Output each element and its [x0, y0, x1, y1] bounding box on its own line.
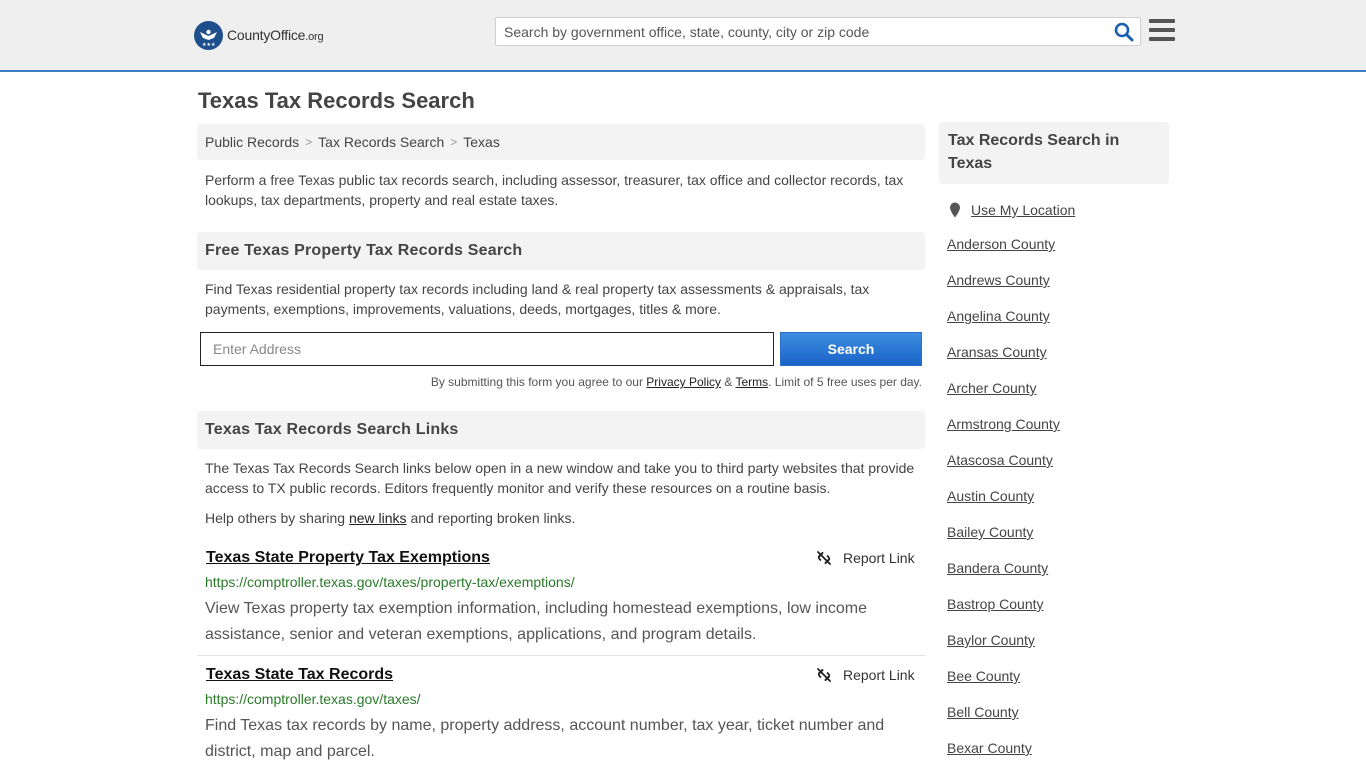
county-link[interactable]: Anderson County — [947, 236, 1055, 252]
form-disclaimer: By submitting this form you agree to our… — [430, 375, 922, 389]
address-input[interactable] — [200, 332, 774, 366]
sidebar-item: Bailey County — [947, 524, 1167, 544]
county-link[interactable]: Bee County — [947, 668, 1020, 684]
county-link[interactable]: Baylor County — [947, 632, 1035, 648]
link-url: https://comptroller.texas.gov/taxes/prop… — [205, 574, 575, 590]
site-search — [495, 17, 1141, 46]
report-link-button[interactable]: Report Link — [816, 667, 915, 683]
logo-tld: .org — [305, 31, 324, 43]
logo-name: CountyOffice — [227, 27, 306, 43]
sidebar-item: Atascosa County — [947, 452, 1167, 472]
privacy-policy-link[interactable]: Privacy Policy — [646, 375, 721, 389]
sidebar-item: Aransas County — [947, 344, 1167, 364]
sidebar-heading: Tax Records Search in Texas — [939, 122, 1169, 184]
county-link[interactable]: Bell County — [947, 704, 1019, 720]
sidebar-item: Andrews County — [947, 272, 1167, 292]
sidebar-item: Bee County — [947, 668, 1167, 688]
county-link[interactable]: Andrews County — [947, 272, 1050, 288]
address-search-button[interactable]: Search — [780, 332, 922, 366]
site-logo[interactable]: ★★★ CountyOffice.org — [194, 20, 324, 50]
sidebar-item: Angelina County — [947, 308, 1167, 328]
link-description: View Texas property tax exemption inform… — [205, 600, 867, 643]
hamburger-menu-icon[interactable] — [1149, 19, 1175, 43]
sidebar-county-list: Use My Location Anderson County Andrews … — [947, 200, 1167, 776]
intro-text: Perform a free Texas public tax records … — [205, 172, 904, 208]
county-link[interactable]: Atascosa County — [947, 452, 1053, 468]
county-link[interactable]: Archer County — [947, 380, 1036, 396]
broken-link-icon — [817, 668, 831, 682]
county-link[interactable]: Bexar County — [947, 740, 1032, 756]
county-link[interactable]: Aransas County — [947, 344, 1047, 360]
county-link[interactable]: Armstrong County — [947, 416, 1060, 432]
link-description: Find Texas tax records by name, property… — [205, 717, 885, 760]
help-text: Help others by sharing new links and rep… — [205, 510, 576, 526]
link-title[interactable]: Texas State Tax Records — [206, 666, 393, 684]
report-link-button[interactable]: Report Link — [816, 550, 915, 566]
terms-link[interactable]: Terms — [735, 375, 768, 389]
property-search-heading: Free Texas Property Tax Records Search — [197, 232, 925, 270]
link-title[interactable]: Texas State Property Tax Exemptions — [206, 549, 490, 567]
use-my-location-item: Use My Location — [947, 200, 1167, 220]
county-link[interactable]: Angelina County — [947, 308, 1050, 324]
site-search-input[interactable] — [496, 18, 1096, 45]
breadcrumb-texas[interactable]: Texas — [463, 134, 500, 150]
breadcrumb: Public Records > Tax Records Search > Te… — [197, 124, 925, 160]
links-section-heading: Texas Tax Records Search Links — [197, 411, 925, 449]
breadcrumb-separator-icon: > — [450, 135, 458, 149]
link-url: https://comptroller.texas.gov/taxes/ — [205, 691, 421, 707]
new-links-link[interactable]: new links — [349, 510, 407, 526]
links-section-text: The Texas Tax Records Search links below… — [205, 460, 915, 496]
county-link[interactable]: Bandera County — [947, 560, 1048, 576]
sidebar-item: Bexar County — [947, 740, 1167, 760]
breadcrumb-tax-records-search[interactable]: Tax Records Search — [318, 134, 444, 150]
county-link[interactable]: Bastrop County — [947, 596, 1044, 612]
page-title: Texas Tax Records Search — [198, 88, 475, 113]
location-pin-icon — [950, 202, 960, 218]
eagle-seal-icon: ★★★ — [194, 20, 223, 50]
sidebar-item: Austin County — [947, 488, 1167, 508]
breadcrumb-separator-icon: > — [305, 135, 313, 149]
property-search-text: Find Texas residential property tax reco… — [205, 281, 870, 317]
site-header: ★★★ CountyOffice.org — [0, 0, 1366, 72]
county-link[interactable]: Bailey County — [947, 524, 1033, 540]
county-link[interactable]: Austin County — [947, 488, 1034, 504]
breadcrumb-public-records[interactable]: Public Records — [205, 134, 299, 150]
sidebar-item: Bastrop County — [947, 596, 1167, 616]
sidebar-item: Bandera County — [947, 560, 1167, 580]
broken-link-icon — [817, 551, 831, 565]
sidebar-item: Baylor County — [947, 632, 1167, 652]
use-my-location-link[interactable]: Use My Location — [971, 202, 1075, 218]
sidebar-item: Archer County — [947, 380, 1167, 400]
sidebar-item: Armstrong County — [947, 416, 1167, 436]
divider — [197, 655, 925, 656]
svg-text:★★★: ★★★ — [202, 42, 216, 48]
sidebar-item: Anderson County — [947, 236, 1167, 256]
search-icon[interactable] — [1114, 22, 1134, 42]
sidebar-item: Bell County — [947, 704, 1167, 724]
